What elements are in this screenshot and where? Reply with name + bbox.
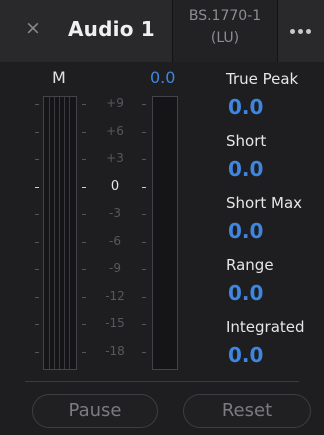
reading-value: 0.0 <box>228 281 264 305</box>
scale-tick <box>35 324 39 325</box>
scale-tick <box>82 351 86 353</box>
scale-tick <box>35 159 39 160</box>
loudness-meter-panel: × Audio 1 BS.1770-1 (LU) M 0.0 +9 +6 +3 0 -3… <box>0 0 324 435</box>
footer-divider <box>25 381 299 382</box>
level-meter-bar <box>43 96 77 370</box>
reading-value: 0.0 <box>228 157 264 181</box>
meter-current-value: 0.0 <box>150 68 176 87</box>
reading-label: True Peak <box>226 70 299 88</box>
close-icon[interactable]: × <box>22 16 44 40</box>
scale-tick <box>82 104 86 105</box>
scale-tick <box>142 186 146 188</box>
scale-label: -9 <box>109 261 121 275</box>
scale-tick <box>82 186 86 188</box>
reading-value: 0.0 <box>228 219 264 243</box>
scale-tick <box>35 269 39 270</box>
meter-segment-line <box>49 97 50 369</box>
dot-icon <box>298 29 303 34</box>
scale-tick <box>142 269 146 270</box>
reading-value: 0.0 <box>228 343 264 367</box>
pause-button[interactable]: Pause <box>32 394 158 428</box>
scale-tick <box>142 104 146 105</box>
standard-unit: (LU) <box>210 30 240 46</box>
scale-tick <box>142 324 146 325</box>
scale-label: -3 <box>109 206 121 220</box>
dot-icon <box>306 29 311 34</box>
scale-tick <box>35 296 39 298</box>
standard-name: BS.1770-1 <box>188 8 262 24</box>
scale-tick <box>82 296 86 298</box>
reading-label: Integrated <box>226 318 305 336</box>
scale-label: +6 <box>106 123 124 138</box>
more-options-icon[interactable] <box>278 0 324 62</box>
scale-tick <box>35 351 39 353</box>
meter-segment-line <box>64 97 65 369</box>
dot-icon <box>290 29 295 34</box>
reading-value: 0.0 <box>228 95 264 119</box>
scale-label: -15 <box>105 316 125 330</box>
reset-button[interactable]: Reset <box>183 394 311 428</box>
standard-selector[interactable]: BS.1770-1 (LU) <box>173 0 277 62</box>
scale-tick <box>35 104 39 105</box>
scale-tick <box>142 241 146 243</box>
scale-tick <box>82 241 86 243</box>
panel-header: × Audio 1 BS.1770-1 (LU) <box>0 0 324 62</box>
scale-tick <box>142 159 146 160</box>
meter-segment-line <box>59 97 60 369</box>
panel-title: Audio 1 <box>68 17 155 41</box>
meter-segment-line <box>54 97 55 369</box>
scale-tick <box>142 296 146 298</box>
reading-label: Short Max <box>226 194 303 212</box>
scale-tick <box>82 131 86 133</box>
scale-tick <box>35 186 39 188</box>
meter-segment-line <box>69 97 70 369</box>
scale-tick <box>35 131 39 133</box>
scale-label: 0 <box>110 178 120 194</box>
scale-tick <box>35 214 39 215</box>
scale-label: -6 <box>109 233 121 248</box>
scale-label: +9 <box>106 96 124 110</box>
scale-tick <box>82 269 86 270</box>
scale-label: -12 <box>105 288 125 303</box>
scale-tick <box>35 241 39 243</box>
scale-tick <box>142 214 146 215</box>
scale-tick <box>82 324 86 325</box>
reading-label: Short <box>226 132 267 150</box>
tab-audio-1[interactable]: × Audio 1 <box>0 0 172 62</box>
loudness-meter-bar <box>152 96 178 370</box>
channel-label: M <box>52 68 66 87</box>
scale-tick <box>142 131 146 133</box>
scale-label: -18 <box>105 343 125 358</box>
scale-tick <box>82 214 86 215</box>
scale-tick <box>82 159 86 160</box>
scale-tick <box>142 351 146 353</box>
reading-label: Range <box>226 256 274 274</box>
scale-label: +3 <box>106 151 124 165</box>
